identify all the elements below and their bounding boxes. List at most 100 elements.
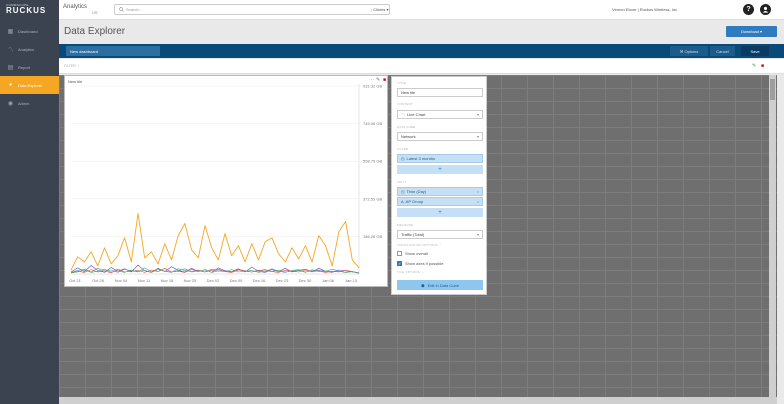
- split-value: AP Group: [405, 199, 424, 204]
- filter-label: FILTER: [64, 64, 76, 68]
- series-line: [70, 212, 360, 271]
- clock-icon: ◷: [401, 189, 405, 194]
- app-root: COMMSCOPE RUCKUS ▦ Dashboard 〽 Analytics…: [0, 0, 784, 404]
- scrollbar-thumb[interactable]: [770, 79, 775, 100]
- checkbox-icon: [397, 251, 402, 256]
- x-tick-label: Oct 28: [92, 278, 105, 283]
- clients-label: Clients: [373, 7, 386, 12]
- app-name: Analytics: [63, 4, 88, 10]
- chevron-up-icon: ⌃: [438, 243, 442, 247]
- user-avatar-icon[interactable]: [760, 4, 771, 15]
- search-icon: [119, 7, 124, 12]
- filter-tag[interactable]: ◷ Latest 3 months: [397, 154, 483, 163]
- y-tick-label: 558.79 GB: [363, 159, 382, 164]
- logo-text: RUCKUS: [6, 6, 47, 15]
- chart-tile[interactable]: New tile ⋯ ✎ ■ 931.32 GB 745.06 GB 558.79 …: [64, 75, 388, 287]
- sidebar-item-data-explorer[interactable]: ◕ Data Explorer: [0, 76, 62, 94]
- measure-value: Traffic (Total): [401, 232, 425, 237]
- dashboard-toolbar: New dashboard ⚒ Options Cancel Save: [59, 44, 784, 58]
- page-title: Data Explorer: [64, 26, 126, 37]
- split-tag-ap-group[interactable]: A AP Group ×: [397, 197, 483, 206]
- measure-select[interactable]: Traffic (Total) ▾: [397, 230, 483, 239]
- x-tick-label: Oct 21: [69, 278, 82, 283]
- download-label: Download: [741, 29, 759, 34]
- x-tick-label: Dec 09: [230, 278, 243, 283]
- sidebar-item-label: Report: [18, 64, 31, 70]
- search-placeholder: Search...: [126, 7, 143, 12]
- y-tick-label: 372.53 GB: [363, 196, 382, 201]
- tile-options-toggle[interactable]: TILE OPTIONS ⌄: [397, 270, 424, 274]
- show-overall-checkbox[interactable]: Show overall: [397, 251, 428, 256]
- report-icon: ▤: [7, 64, 14, 71]
- dashboard-icon: ▦: [7, 28, 14, 35]
- show-overall-label: Show overall: [405, 251, 428, 256]
- dashboard-name-input[interactable]: New dashboard: [66, 46, 160, 56]
- save-button[interactable]: Save: [741, 46, 769, 56]
- tile-edit-panel: TITLE New tile CONTENT 〽 Line Chart ▾ DA…: [391, 76, 487, 295]
- data-explorer-icon: ◕: [8, 82, 13, 88]
- sidebar-item-admin[interactable]: ◉ Admin: [0, 94, 59, 112]
- x-tick-label: Dec 23: [276, 278, 289, 283]
- edit-in-data-cube-button[interactable]: ⬢ Edit in Data Cube: [397, 280, 483, 290]
- content-value: Line Chart: [407, 112, 426, 117]
- content-label: CONTENT: [397, 102, 413, 106]
- close-icon[interactable]: ×: [477, 199, 479, 204]
- sidebar-item-report[interactable]: ▤ Report: [0, 58, 59, 76]
- sidebar-item-analytics[interactable]: 〽 Analytics: [0, 40, 59, 58]
- app-region: US: [92, 10, 98, 15]
- title-label: TITLE: [397, 81, 407, 85]
- measure-label: MEASURE: [397, 223, 414, 227]
- sidebar-item-dashboard[interactable]: ▦ Dashboard: [0, 22, 59, 40]
- viz-options-toggle[interactable]: VISUALIZATION OPTIONS ⌃: [397, 243, 442, 247]
- clock-icon: ◷: [401, 156, 405, 161]
- sidebar-item-label: Analytics: [18, 46, 35, 52]
- split-tag-time[interactable]: ◷ Time (Day) ×: [397, 187, 483, 196]
- clients-dropdown[interactable]: | Clients ▾: [371, 7, 389, 12]
- text-icon: A: [401, 199, 404, 204]
- show-axes-label: Show axes if possible: [405, 261, 444, 266]
- help-icon[interactable]: ?: [743, 4, 754, 15]
- trash-icon[interactable]: ■: [761, 63, 764, 69]
- x-tick-label: Nov 11: [138, 278, 151, 283]
- download-button[interactable]: Download ▾: [726, 26, 777, 37]
- filter-bar[interactable]: FILTER ›: [64, 64, 79, 68]
- plus-icon: +: [438, 166, 442, 173]
- vertical-scrollbar[interactable]: [769, 75, 776, 397]
- content-select[interactable]: 〽 Line Chart ▾: [397, 110, 483, 119]
- title-input[interactable]: New tile: [397, 88, 483, 97]
- tile-options-label: TILE OPTIONS: [397, 270, 421, 274]
- sidebar: COMMSCOPE RUCKUS ▦ Dashboard 〽 Analytics…: [0, 0, 62, 404]
- add-split-button[interactable]: +: [397, 208, 483, 217]
- options-label: Options: [684, 48, 699, 54]
- x-tick-label: Jan 13: [345, 278, 358, 283]
- options-button[interactable]: ⚒ Options: [670, 46, 708, 56]
- horizontal-scrollbar[interactable]: [59, 397, 777, 404]
- add-filter-button[interactable]: +: [397, 165, 483, 174]
- viz-options-label: VISUALIZATION OPTIONS: [397, 243, 438, 247]
- y-tick-label: 931.32 GB: [363, 84, 382, 89]
- pencil-icon[interactable]: ✎: [752, 63, 756, 69]
- sidebar-item-label: Data Explorer: [18, 82, 43, 88]
- checkbox-checked-icon: ✓: [397, 261, 402, 266]
- sidebar-item-label: Admin: [18, 100, 30, 106]
- datacube-select[interactable]: Network ▾: [397, 132, 483, 141]
- x-tick-label: Jan 06: [322, 278, 335, 283]
- logo: COMMSCOPE RUCKUS: [0, 0, 59, 20]
- search-input[interactable]: Search... | Clients ▾: [114, 4, 390, 15]
- analytics-icon: 〽: [7, 47, 14, 54]
- x-tick-label: Nov 25: [184, 278, 197, 283]
- close-icon[interactable]: ×: [477, 189, 479, 194]
- x-tick-label: Dec 16: [253, 278, 266, 283]
- x-tick-label: Dec 02: [207, 278, 220, 283]
- datacube-value: Network: [401, 134, 416, 139]
- series-line: [70, 267, 360, 274]
- cancel-button[interactable]: Cancel: [710, 46, 735, 56]
- split-label: SPLIT: [397, 180, 407, 184]
- line-chart: 931.32 GB 745.06 GB 558.79 GB 372.53 GB 186.…: [69, 84, 382, 284]
- chevron-down-icon: ▾: [476, 134, 479, 139]
- chevron-down-icon: ▾: [476, 232, 479, 237]
- user-label[interactable]: Vernon Ebore | Ruckus Wireless, Inc: [612, 7, 677, 12]
- admin-icon: ◉: [7, 100, 14, 107]
- show-axes-checkbox[interactable]: ✓ Show axes if possible: [397, 261, 443, 266]
- edit-button-label: Edit in Data Cube: [427, 282, 459, 288]
